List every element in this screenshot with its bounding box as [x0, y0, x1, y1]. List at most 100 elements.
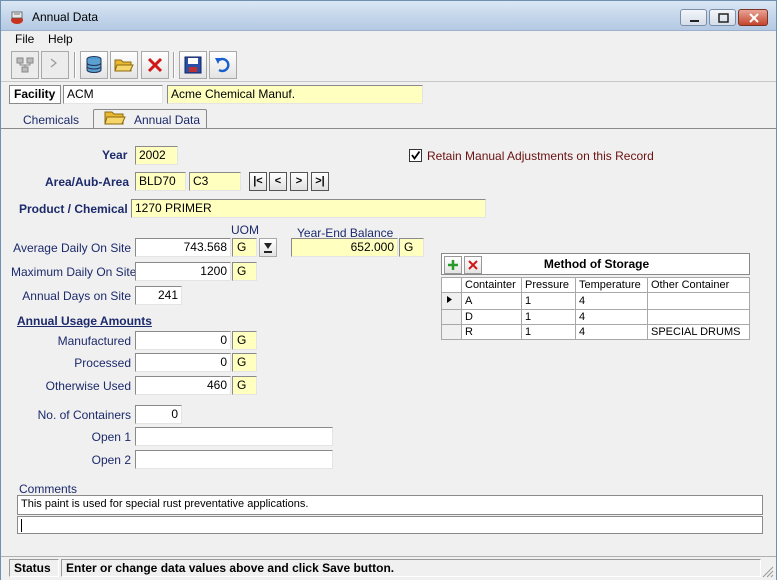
menu-file[interactable]: File — [15, 32, 34, 46]
comments-field[interactable]: This paint is used for special rust prev… — [17, 495, 763, 515]
remove-icon — [468, 260, 478, 270]
table-cell[interactable]: 4 — [575, 324, 648, 340]
table-cell[interactable]: 1 — [521, 309, 576, 325]
table-row[interactable]: R 1 4 SPECIAL DRUMS — [441, 324, 750, 340]
nav-next-button[interactable]: > — [290, 172, 308, 191]
tab-annual-data[interactable]: Annual Data — [93, 109, 207, 129]
toolbar-separator — [173, 52, 175, 78]
tab-bar: Chemicals Annual Data — [9, 109, 769, 129]
check-icon — [411, 150, 421, 161]
arrow-icon — [50, 58, 57, 68]
nav-last-button[interactable]: >| — [311, 172, 329, 191]
table-row[interactable]: A 1 4 — [441, 292, 750, 310]
window-title: Annual Data — [32, 10, 99, 24]
column-header[interactable]: Other Container — [647, 277, 750, 293]
year-label: Year — [102, 148, 128, 162]
containers-field[interactable]: 0 — [135, 405, 182, 424]
column-header[interactable]: Temperature — [575, 277, 648, 293]
minimize-button[interactable] — [680, 9, 707, 26]
row-selector[interactable] — [441, 324, 462, 340]
processed-label: Processed — [74, 356, 131, 370]
area-field[interactable]: BLD70 — [135, 172, 186, 191]
comments-entry-field[interactable] — [17, 516, 763, 534]
open2-label: Open 2 — [91, 453, 131, 467]
manufactured-field[interactable]: 0 — [135, 331, 231, 350]
table-cell[interactable]: R — [461, 324, 522, 340]
max-daily-unit: G — [232, 262, 257, 281]
annual-data-window: Annual Data File Help Facility ACM Acme … — [0, 0, 777, 580]
table-cell[interactable]: 1 — [521, 292, 576, 310]
delete-icon — [147, 57, 163, 73]
annual-days-label: Annual Days on Site — [22, 289, 131, 303]
storage-grid-title: Method of Storage — [543, 257, 650, 271]
lookup-button[interactable] — [259, 238, 277, 257]
toolbar-separator — [74, 52, 76, 78]
title-bar: Annual Data — [1, 1, 776, 31]
maximize-button[interactable] — [709, 9, 736, 26]
row-selector[interactable] — [441, 309, 462, 325]
processed-field[interactable]: 0 — [135, 353, 231, 372]
manufactured-unit: G — [232, 331, 257, 350]
row-pointer-icon — [447, 296, 452, 303]
year-field[interactable]: 2002 — [135, 146, 178, 165]
area-label: Area/Aub-Area — [45, 175, 130, 189]
tab-chemicals[interactable]: Chemicals — [23, 109, 83, 129]
annual-days-field[interactable]: 241 — [135, 286, 182, 305]
status-message: Enter or change data values above and cl… — [61, 559, 761, 577]
facility-code-field[interactable]: ACM — [63, 85, 163, 104]
close-icon — [749, 13, 759, 23]
retain-adjustments-label: Retain Manual Adjustments on this Record — [427, 149, 654, 163]
facility-name-field: Acme Chemical Manuf. — [167, 85, 423, 104]
open-folder-icon — [114, 59, 134, 72]
manufactured-label: Manufactured — [57, 334, 131, 348]
product-field[interactable]: 1270 PRIMER — [131, 199, 486, 218]
minimize-icon — [690, 20, 699, 22]
resize-grip-icon[interactable] — [761, 565, 774, 578]
year-end-field[interactable]: 652.000 — [291, 238, 398, 257]
table-cell[interactable]: SPECIAL DRUMS — [647, 324, 750, 340]
app-icon — [11, 11, 23, 24]
table-cell[interactable]: A — [461, 292, 522, 310]
otherwise-used-unit: G — [232, 376, 257, 395]
table-cell[interactable] — [647, 292, 750, 310]
close-button[interactable] — [738, 9, 768, 26]
open2-field[interactable] — [135, 450, 333, 469]
undo-icon — [215, 57, 230, 73]
max-daily-label: Maximum Daily On Site — [11, 265, 137, 279]
open1-field[interactable] — [135, 427, 333, 446]
nav-first-button[interactable]: |< — [249, 172, 267, 191]
open-button[interactable] — [110, 51, 138, 79]
storage-grid: Method of Storage Containter Pressure Te… — [441, 253, 750, 340]
database-button[interactable] — [80, 51, 108, 79]
table-cell[interactable]: D — [461, 309, 522, 325]
table-cell[interactable]: 4 — [575, 292, 648, 310]
avg-daily-unit: G — [232, 238, 257, 257]
column-header[interactable]: Containter — [461, 277, 522, 293]
remove-storage-button[interactable] — [464, 256, 482, 274]
avg-daily-label: Average Daily On Site — [13, 241, 131, 255]
add-storage-button[interactable] — [444, 256, 462, 274]
table-cell[interactable] — [647, 309, 750, 325]
max-daily-field[interactable]: 1200 — [135, 262, 231, 281]
column-header[interactable]: Pressure — [521, 277, 576, 293]
lookup-icon — [264, 243, 272, 253]
comments-label: Comments — [19, 482, 78, 496]
undo-button[interactable] — [209, 51, 237, 79]
menu-help[interactable]: Help — [48, 32, 73, 46]
retain-adjustments-checkbox[interactable] — [409, 149, 422, 162]
arrow-button[interactable] — [41, 51, 69, 79]
text-caret — [21, 519, 22, 532]
row-selector[interactable] — [441, 292, 462, 310]
table-cell[interactable]: 1 — [521, 324, 576, 340]
save-button[interactable] — [179, 51, 207, 79]
nav-prev-button[interactable]: < — [269, 172, 287, 191]
table-cell[interactable]: 4 — [575, 309, 648, 325]
delete-button[interactable] — [141, 51, 169, 79]
avg-daily-field[interactable]: 743.568 — [135, 238, 231, 257]
save-icon — [184, 56, 202, 74]
tab-chemicals-label: Chemicals — [23, 113, 80, 127]
network-button[interactable] — [11, 51, 39, 79]
sub-area-field[interactable]: C3 — [189, 172, 241, 191]
table-row[interactable]: D 1 4 — [441, 309, 750, 325]
otherwise-used-field[interactable]: 460 — [135, 376, 231, 395]
